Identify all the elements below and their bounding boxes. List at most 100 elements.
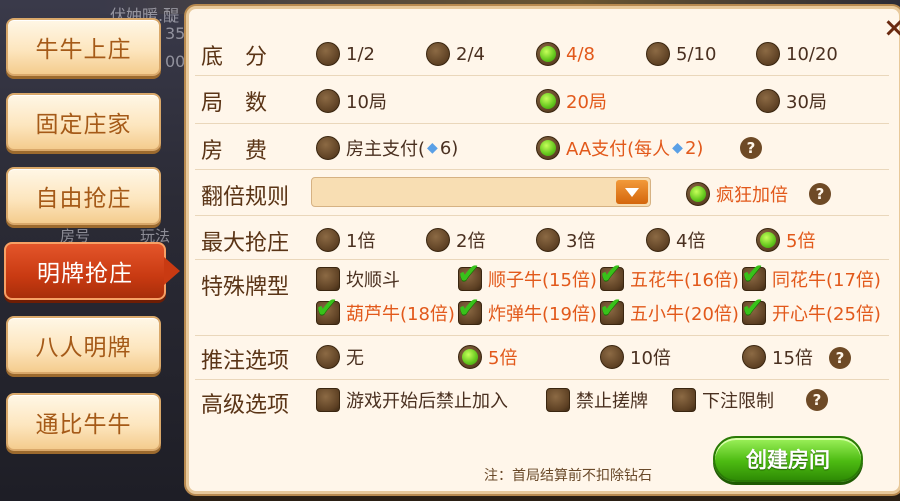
create-room-button[interactable]: 创建房间 [713, 436, 863, 482]
radio-icon [536, 136, 560, 160]
divider [195, 379, 889, 380]
option-label: 5倍 [488, 348, 518, 369]
option-label: 同花牛(17倍) [772, 270, 881, 291]
advanced-help-icon[interactable]: ? [806, 389, 828, 411]
chevron-down-icon[interactable] [616, 180, 648, 204]
option-label: 五花牛(16倍) [630, 270, 739, 291]
base-score-option[interactable]: 5/10 [646, 42, 716, 66]
sidebar-item-free-grab[interactable]: 自由抢庄 [6, 167, 161, 225]
sidebar-item-label: 通比牛牛 [35, 412, 132, 438]
option-label: 10/20 [786, 43, 838, 65]
checkbox-icon: ✔ [315, 291, 340, 325]
push-bet-option[interactable]: 无 [316, 344, 364, 370]
multiplier-rule-dropdown[interactable] [311, 177, 651, 207]
room-fee-help-icon[interactable]: ? [740, 137, 762, 159]
max-grab-option[interactable]: 4倍 [646, 227, 705, 253]
divider [195, 215, 889, 216]
option-label: 10倍 [630, 348, 671, 369]
radio-icon [756, 89, 780, 113]
base-score-option[interactable]: 2/4 [426, 42, 485, 66]
divider [195, 75, 889, 76]
max-grab-label: 最大抢庄 [201, 231, 290, 256]
close-icon[interactable]: × [883, 13, 900, 43]
radio-icon [686, 182, 710, 206]
special-card-option[interactable]: ✔ 五花牛(16倍) [599, 257, 739, 292]
sidebar-item-label: 固定庄家 [35, 112, 132, 138]
background-text: 35 [165, 24, 186, 43]
advanced-label: 高级选项 [201, 393, 290, 418]
special-card-option[interactable]: ✔ 炸弹牛(19倍) [457, 291, 597, 326]
sidebar-item-eight-player[interactable]: 八人明牌 [6, 316, 161, 374]
option-label: 禁止搓牌 [576, 391, 648, 412]
max-grab-option[interactable]: 5倍 [756, 227, 815, 253]
room-fee-owner-option[interactable]: 房主支付(◆ 6) [316, 135, 458, 161]
radio-icon [316, 345, 340, 369]
special-card-option[interactable]: ✔ 开心牛(25倍) [741, 291, 881, 326]
sidebar-item-tongbi[interactable]: 通比牛牛 [6, 393, 161, 451]
option-label: 开心牛(25倍) [772, 304, 881, 325]
option-label: 4倍 [676, 231, 706, 252]
diamond-note: 注：首局结算前不扣除钻石 [484, 468, 652, 484]
checkbox-icon: ✔ [457, 291, 482, 325]
option-label: 5倍 [786, 231, 816, 252]
checkbox-icon: ✔ [599, 257, 624, 291]
radio-icon [756, 42, 780, 66]
option-label: AA支付(每人 [566, 139, 671, 160]
option-label: 1倍 [346, 231, 376, 252]
sidebar-item-label: 牛牛上庄 [35, 37, 132, 63]
special-card-option[interactable]: ✔ 五小牛(20倍) [599, 294, 739, 326]
option-label: 无 [346, 348, 364, 369]
radio-icon [316, 228, 340, 252]
push-bet-option[interactable]: 15倍 [742, 344, 813, 370]
option-label: 葫芦牛(18倍) [346, 304, 455, 325]
special-card-option[interactable]: ✔ 顺子牛(15倍) [457, 260, 597, 292]
rounds-option[interactable]: 10局 [316, 88, 387, 114]
push-bet-option[interactable]: 10倍 [600, 344, 671, 370]
advanced-option-no-rub[interactable]: 禁止搓牌 [546, 387, 648, 413]
sidebar-item-open-card-grab[interactable]: 明牌抢庄 [4, 242, 180, 300]
diamond-icon: ◆ [672, 140, 683, 156]
sidebar-item-label: 八人明牌 [35, 335, 132, 361]
option-label: 2倍 [456, 231, 486, 252]
push-bet-help-icon[interactable]: ? [829, 347, 851, 369]
base-score-option[interactable]: 4/8 [536, 42, 595, 66]
rounds-label: 局 数 [201, 91, 268, 116]
base-score-label: 底 分 [201, 45, 268, 70]
max-grab-option[interactable]: 2倍 [426, 227, 485, 253]
special-card-option[interactable]: 坎顺斗 [316, 266, 400, 292]
checkbox-icon [546, 388, 570, 412]
option-label: 炸弹牛(19倍) [488, 304, 597, 325]
rounds-option[interactable]: 20局 [536, 88, 607, 114]
option-label: 房主支付( [346, 139, 426, 160]
special-cards-label: 特殊牌型 [201, 275, 290, 300]
advanced-option-no-join[interactable]: 游戏开始后禁止加入 [316, 387, 508, 413]
radio-icon [316, 42, 340, 66]
radio-icon [536, 228, 560, 252]
option-label: 顺子牛(15倍) [488, 270, 597, 291]
sidebar-item-fixed-banker[interactable]: 固定庄家 [6, 93, 161, 151]
option-label: 3倍 [566, 231, 596, 252]
crazy-double-option[interactable]: 疯狂加倍 [686, 181, 788, 207]
radio-icon [316, 89, 340, 113]
advanced-option-bet-limit[interactable]: 下注限制 [672, 387, 774, 413]
rounds-option[interactable]: 30局 [756, 88, 827, 114]
special-card-option[interactable]: ✔ 葫芦牛(18倍) [315, 291, 455, 326]
special-card-option[interactable]: ✔ 同花牛(17倍) [741, 260, 881, 292]
diamond-icon: ◆ [427, 140, 438, 156]
max-grab-option[interactable]: 3倍 [536, 227, 595, 253]
radio-icon [536, 89, 560, 113]
room-fee-aa-option[interactable]: AA支付(每人 ◆ 2) [536, 135, 703, 161]
checkbox-icon: ✔ [741, 291, 766, 325]
radio-icon [316, 136, 340, 160]
base-score-option[interactable]: 10/20 [756, 42, 838, 66]
radio-icon [646, 228, 670, 252]
base-score-option[interactable]: 1/2 [316, 42, 375, 66]
multiplier-help-icon[interactable]: ? [809, 183, 831, 205]
max-grab-option[interactable]: 1倍 [316, 227, 375, 253]
sidebar-item-niuniu-banker[interactable]: 牛牛上庄 [6, 18, 161, 76]
option-label: 10局 [346, 92, 387, 113]
option-label: 游戏开始后禁止加入 [346, 391, 508, 412]
radio-icon [742, 345, 766, 369]
push-bet-option[interactable]: 5倍 [458, 344, 517, 370]
option-label: 五小牛(20倍) [630, 304, 739, 325]
